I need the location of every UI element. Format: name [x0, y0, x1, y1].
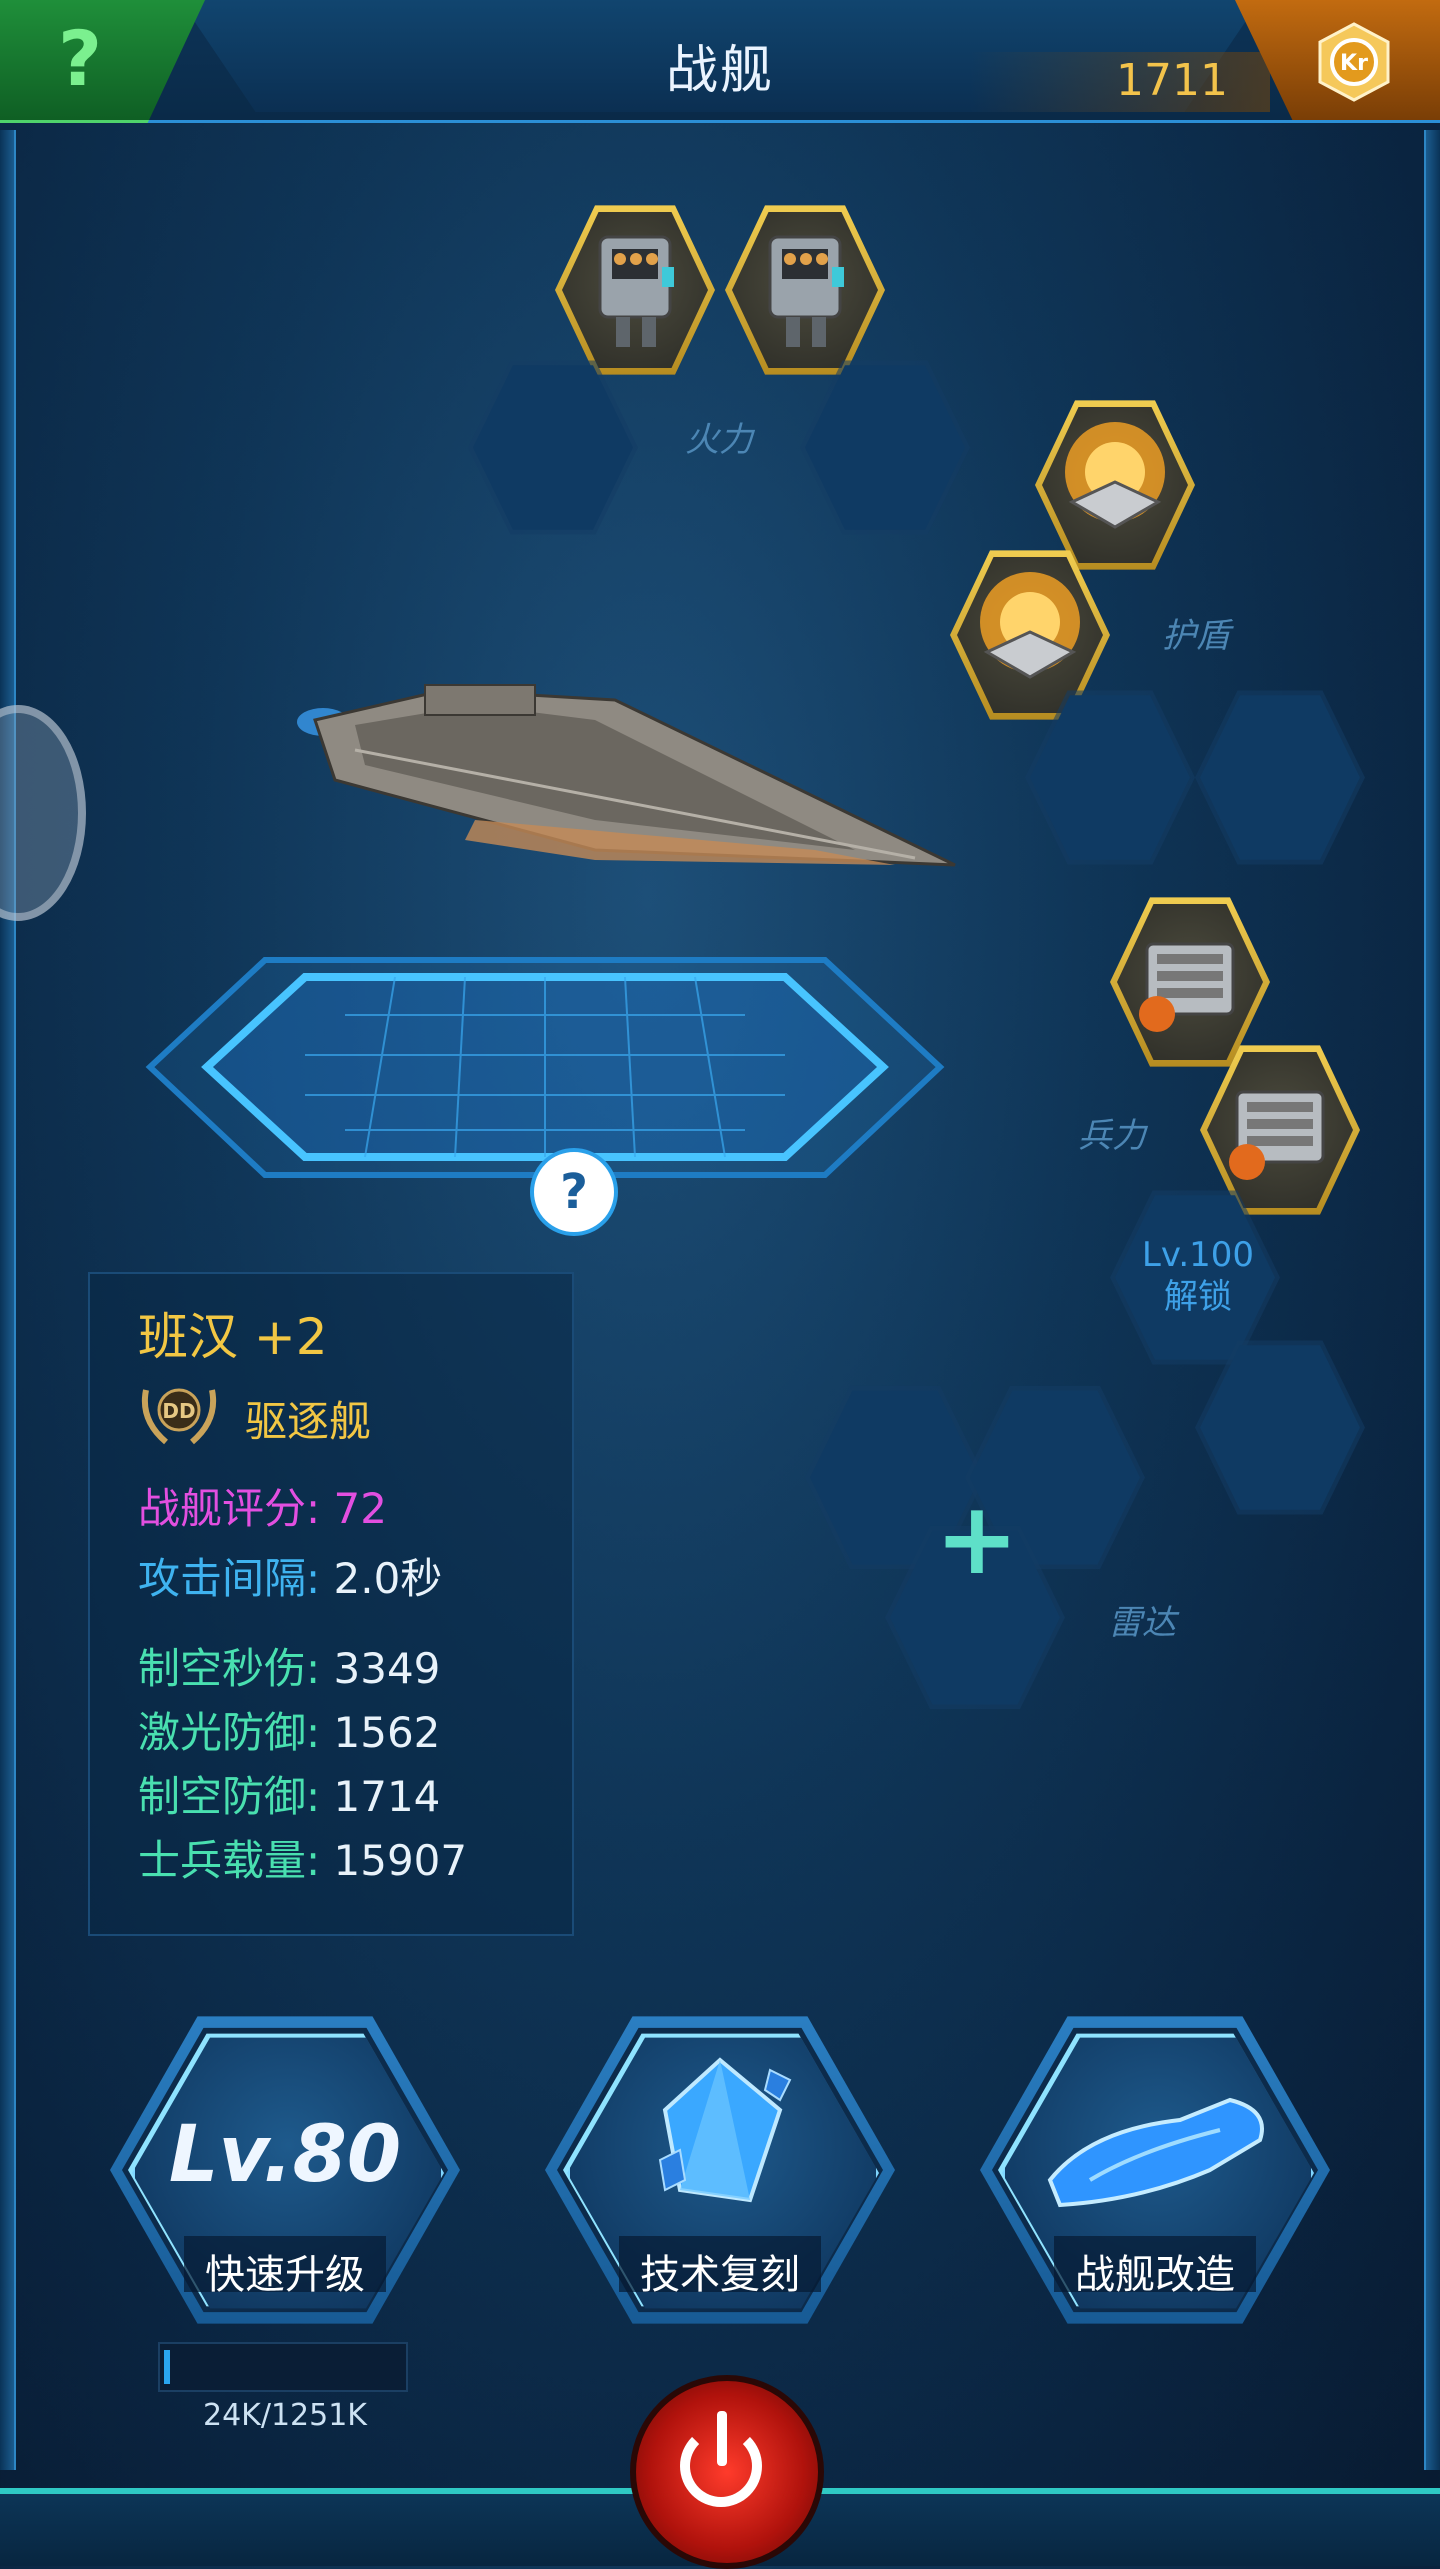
- engine-module-icon: [1229, 1090, 1325, 1180]
- svg-text:Kr: Kr: [1340, 51, 1368, 76]
- top-bar: 战舰 1711 ? Kr: [0, 0, 1440, 123]
- ship-name: 班汉 +2: [138, 1308, 328, 1366]
- ship-level: Lv.80: [168, 2110, 402, 2200]
- crystal-icon: [658, 2057, 792, 2203]
- right-frame: [1424, 130, 1440, 2470]
- currency-value: 1711: [1116, 55, 1228, 106]
- shield-slot-empty-2[interactable]: [1195, 690, 1365, 865]
- stat-label: 士兵载量:: [138, 1836, 321, 1885]
- troops-label: 兵力: [1078, 1116, 1146, 1156]
- firepower-slot-empty-1[interactable]: [468, 360, 638, 535]
- firepower-slot-2[interactable]: [725, 205, 885, 375]
- tech-replicate-label: 技术复刻: [640, 2252, 800, 2298]
- shield-label: 护盾: [1162, 616, 1230, 656]
- stat-attack-interval: 攻击间隔: 2.0秒: [138, 1545, 442, 1606]
- stat-value: 1562: [320, 1708, 441, 1757]
- shield-slot-1[interactable]: [1035, 400, 1195, 570]
- stat-air-defense: 制空防御: 1714: [138, 1763, 440, 1824]
- side-drawer-handle[interactable]: [0, 705, 86, 921]
- class-badge-text: DD: [162, 1399, 195, 1423]
- lock-level-label: Lv.100 解锁: [1118, 1234, 1278, 1318]
- shield-module-icon: [1065, 422, 1165, 529]
- upgrade-progress-fill: [164, 2350, 170, 2384]
- stat-value: 1714: [320, 1772, 441, 1821]
- upgrade-progress-text: 24K/1251K: [203, 2398, 367, 2433]
- stat-value: 72: [320, 1484, 387, 1533]
- ship-refit-label: 战舰改造: [1075, 2252, 1235, 2298]
- stat-value: 2.0秒: [320, 1554, 443, 1603]
- help-icon: ?: [58, 14, 103, 103]
- stat-label: 制空秒伤:: [138, 1644, 321, 1693]
- tech-replicate-button[interactable]: 技术复刻: [545, 2010, 895, 2330]
- stat-rating: 战舰评分: 72: [138, 1475, 387, 1536]
- power-button[interactable]: [630, 2375, 824, 2569]
- stat-label: 战舰评分:: [138, 1484, 321, 1533]
- stat-label: 制空防御:: [138, 1772, 321, 1821]
- turret-module-icon: [598, 235, 674, 347]
- firepower-slot-1[interactable]: [555, 205, 715, 375]
- stat-label: 攻击间隔:: [138, 1554, 321, 1603]
- ship-refit-button[interactable]: 战舰改造: [980, 2010, 1330, 2330]
- ship-image: [297, 684, 956, 867]
- troops-slot-1[interactable]: [1110, 897, 1270, 1067]
- stat-troop-capacity: 士兵载量: 15907: [138, 1827, 467, 1888]
- stat-laser-defense: 激光防御: 1562: [138, 1699, 440, 1760]
- quick-upgrade-button[interactable]: Lv.80 快速升级: [110, 2010, 460, 2330]
- laurel-badge-icon: DD: [142, 1388, 216, 1445]
- firepower-slot-empty-2[interactable]: [800, 360, 970, 535]
- stat-value: 3349: [320, 1644, 441, 1693]
- pad-help-button[interactable]: ?: [530, 1148, 618, 1236]
- radar-label: 雷达: [1108, 1603, 1176, 1643]
- quick-upgrade-label: 快速升级: [205, 2252, 365, 2298]
- turret-module-icon: [768, 235, 844, 347]
- ship-part-icon: [1047, 2097, 1264, 2208]
- stat-air-dps: 制空秒伤: 3349: [138, 1635, 440, 1696]
- stat-label: 激光防御:: [138, 1708, 321, 1757]
- firepower-label: 火力: [685, 420, 753, 460]
- radar-add-icon[interactable]: +: [935, 1480, 1019, 1597]
- upgrade-progress-bar: [158, 2342, 408, 2392]
- engine-module-icon: [1139, 942, 1235, 1032]
- help-button[interactable]: ?: [0, 0, 205, 123]
- power-icon-stick: [717, 2411, 727, 2466]
- hologram-pad: [145, 957, 945, 1178]
- left-frame: [0, 130, 16, 2470]
- stat-value: 15907: [320, 1836, 468, 1885]
- ship-class: 驱逐舰: [245, 1397, 372, 1446]
- lock-level: Lv.100: [1141, 1235, 1255, 1275]
- lock-text: 解锁: [1164, 1277, 1232, 1317]
- kr-coin-icon: Kr: [1318, 22, 1390, 102]
